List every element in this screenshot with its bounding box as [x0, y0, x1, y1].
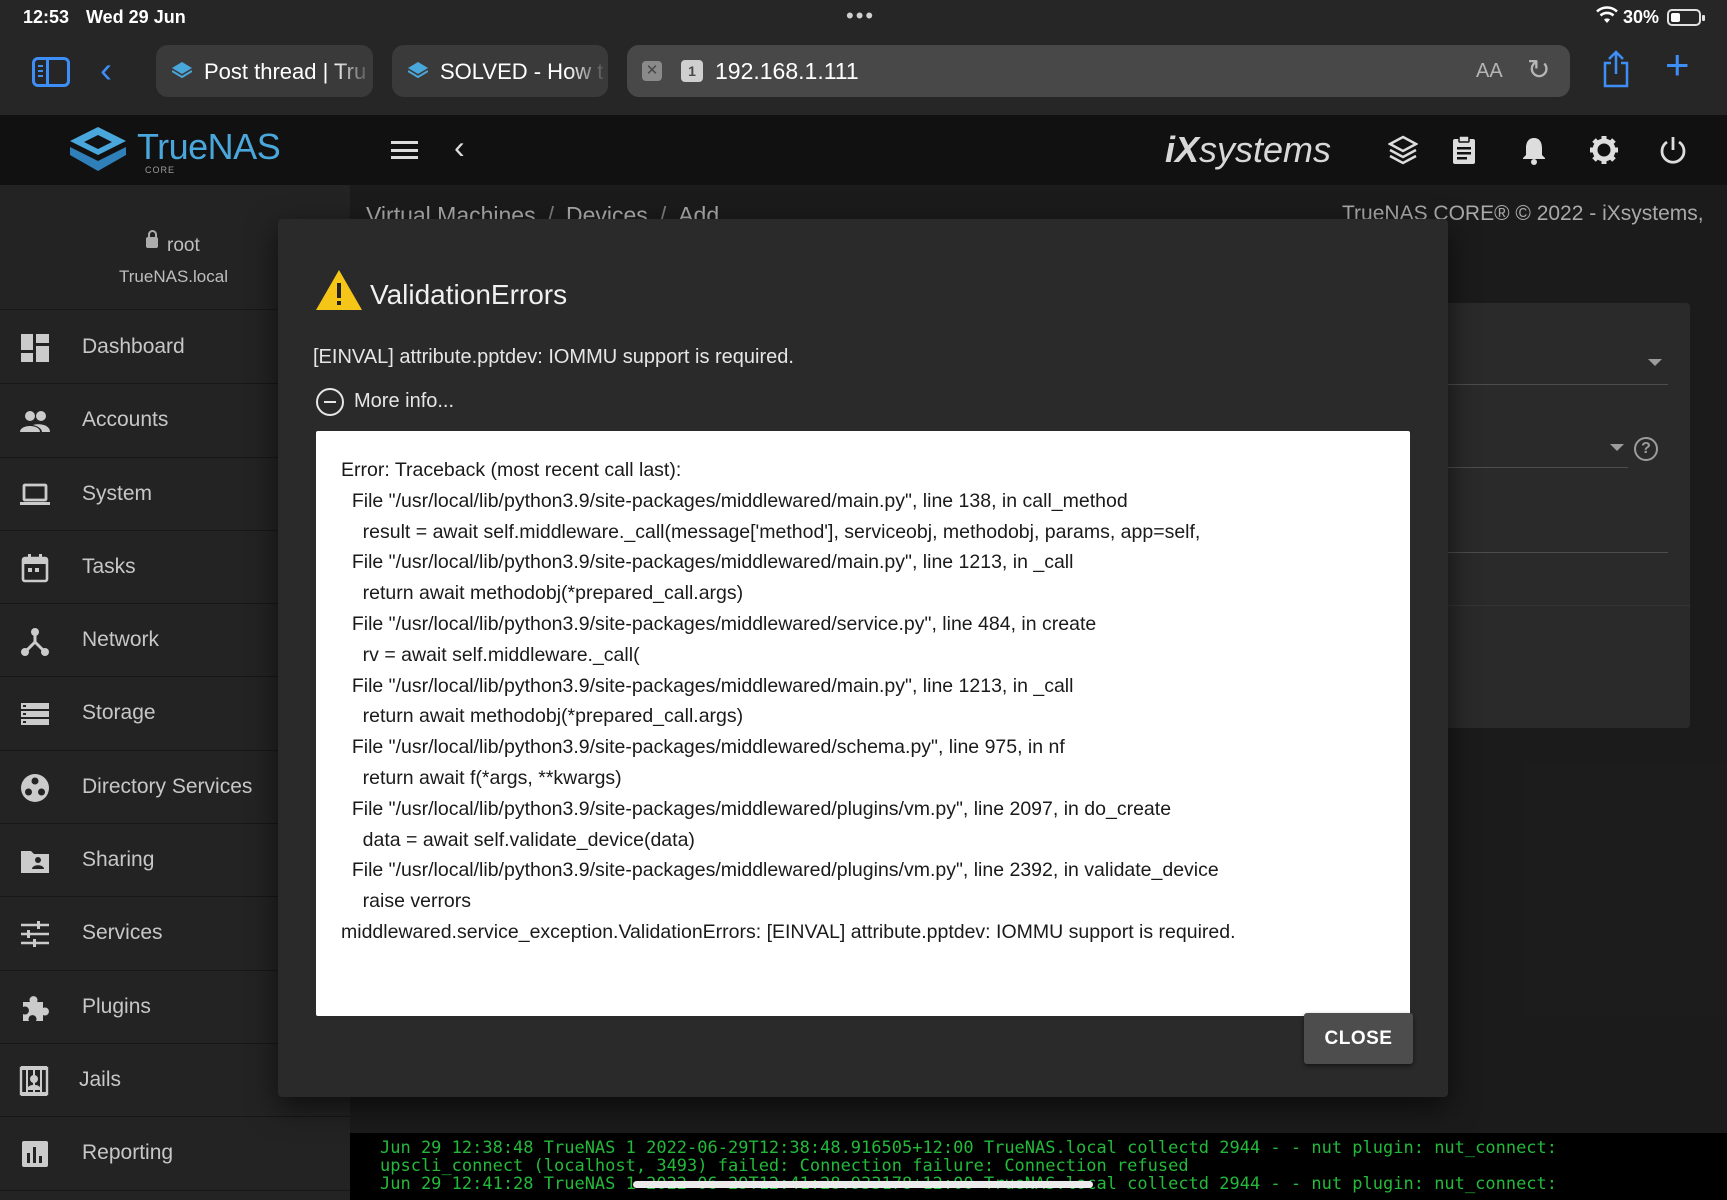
warning-icon — [316, 270, 362, 310]
battery-percent: 30% — [1623, 7, 1660, 27]
power-icon[interactable] — [1658, 135, 1688, 165]
collapse-circle-minus-icon[interactable] — [316, 388, 344, 416]
back-chevron-icon[interactable]: ‹ — [100, 52, 112, 88]
truenas-logo-icon[interactable] — [70, 127, 126, 171]
truenas-favicon-icon — [408, 62, 428, 78]
traceback-line: data = await self.validate_device(data) — [341, 828, 695, 851]
multitasking-dots-icon[interactable]: ••• — [846, 3, 875, 29]
validation-error-dialog: ValidationErrors [EINVAL] attribute.pptd… — [278, 219, 1448, 1097]
browser-tab[interactable]: Post thread | Tru — [156, 45, 373, 97]
reload-icon[interactable]: ↻ — [1527, 56, 1550, 84]
traceback-box: Error: Traceback (most recent call last)… — [316, 431, 1410, 1016]
url-text[interactable]: 192.168.1.111 — [715, 58, 859, 85]
collapse-chevron-icon[interactable]: ‹ — [454, 131, 465, 163]
traceback-line: File "/usr/local/lib/python3.9/site-pack… — [341, 551, 1074, 574]
status-time: 12:53 — [23, 7, 70, 27]
traceback-line: raise verrors — [341, 890, 472, 913]
traceback-line: File "/usr/local/lib/python3.9/site-pack… — [341, 736, 1065, 759]
traceback-line: return await f(*args, **kwargs) — [341, 766, 622, 789]
traceback-line: File "/usr/local/lib/python3.9/site-pack… — [341, 674, 1074, 697]
traceback-line: middlewared.service_exception.Validation… — [341, 920, 1236, 943]
ixsystems-logo[interactable]: iXsystems — [1165, 129, 1331, 171]
hamburger-menu-icon[interactable] — [391, 141, 418, 159]
browser-toolbar: ‹ Post thread | Tru SOLVED - How t ✕ 1 1… — [0, 36, 1727, 115]
browser-tab[interactable]: SOLVED - How t — [392, 45, 608, 97]
brand-edition: CORE — [145, 165, 176, 175]
wifi-icon — [1596, 6, 1618, 23]
clipboard-icon[interactable] — [1449, 135, 1479, 165]
traceback-line: rv = await self.middleware._call( — [341, 643, 640, 666]
more-info-label[interactable]: More info... — [354, 390, 454, 413]
gear-icon[interactable] — [1589, 135, 1619, 165]
ios-status-bar: 12:53 Wed 29 Jun ••• 30% — [0, 0, 1727, 36]
brand-name: TrueNAS — [137, 126, 281, 167]
traceback-line: Error: Traceback (most recent call last)… — [341, 459, 682, 481]
address-bar[interactable]: ✕ 1 192.168.1.111 AA ↻ — [627, 45, 1570, 97]
status-date: Wed 29 Jun — [86, 7, 186, 27]
truenas-favicon-icon — [172, 62, 192, 78]
error-message: [EINVAL] attribute.pptdev: IOMMU support… — [313, 346, 794, 368]
sidebar-toggle-icon[interactable] — [32, 57, 70, 87]
dialog-title: ValidationErrors — [370, 279, 568, 310]
bell-icon[interactable] — [1519, 135, 1549, 165]
traceback-line: return await methodobj(*prepared_call.ar… — [341, 582, 744, 605]
traceback-line: return await methodobj(*prepared_call.ar… — [341, 705, 744, 728]
reader-options-icon[interactable]: AA — [1476, 60, 1503, 83]
traceback-line: File "/usr/local/lib/python3.9/site-pack… — [341, 797, 1172, 820]
share-icon[interactable] — [1600, 50, 1632, 88]
close-tab-icon[interactable]: ✕ — [642, 61, 662, 81]
tab-count-badge: 1 — [681, 60, 703, 82]
battery-icon — [1667, 9, 1705, 26]
app-topbar: TrueNAS CORE ‹ iXsystems — [0, 115, 1727, 185]
traceback-line: File "/usr/local/lib/python3.9/site-pack… — [341, 612, 1097, 635]
close-button[interactable]: CLOSE — [1304, 1013, 1413, 1064]
truecommand-icon[interactable] — [1388, 135, 1418, 165]
traceback-line: File "/usr/local/lib/python3.9/site-pack… — [341, 489, 1128, 512]
traceback-line: result = await self.middleware._call(mes… — [341, 520, 1201, 543]
new-tab-plus-icon[interactable]: + — [1665, 44, 1690, 86]
traceback-line: File "/usr/local/lib/python3.9/site-pack… — [341, 859, 1219, 882]
